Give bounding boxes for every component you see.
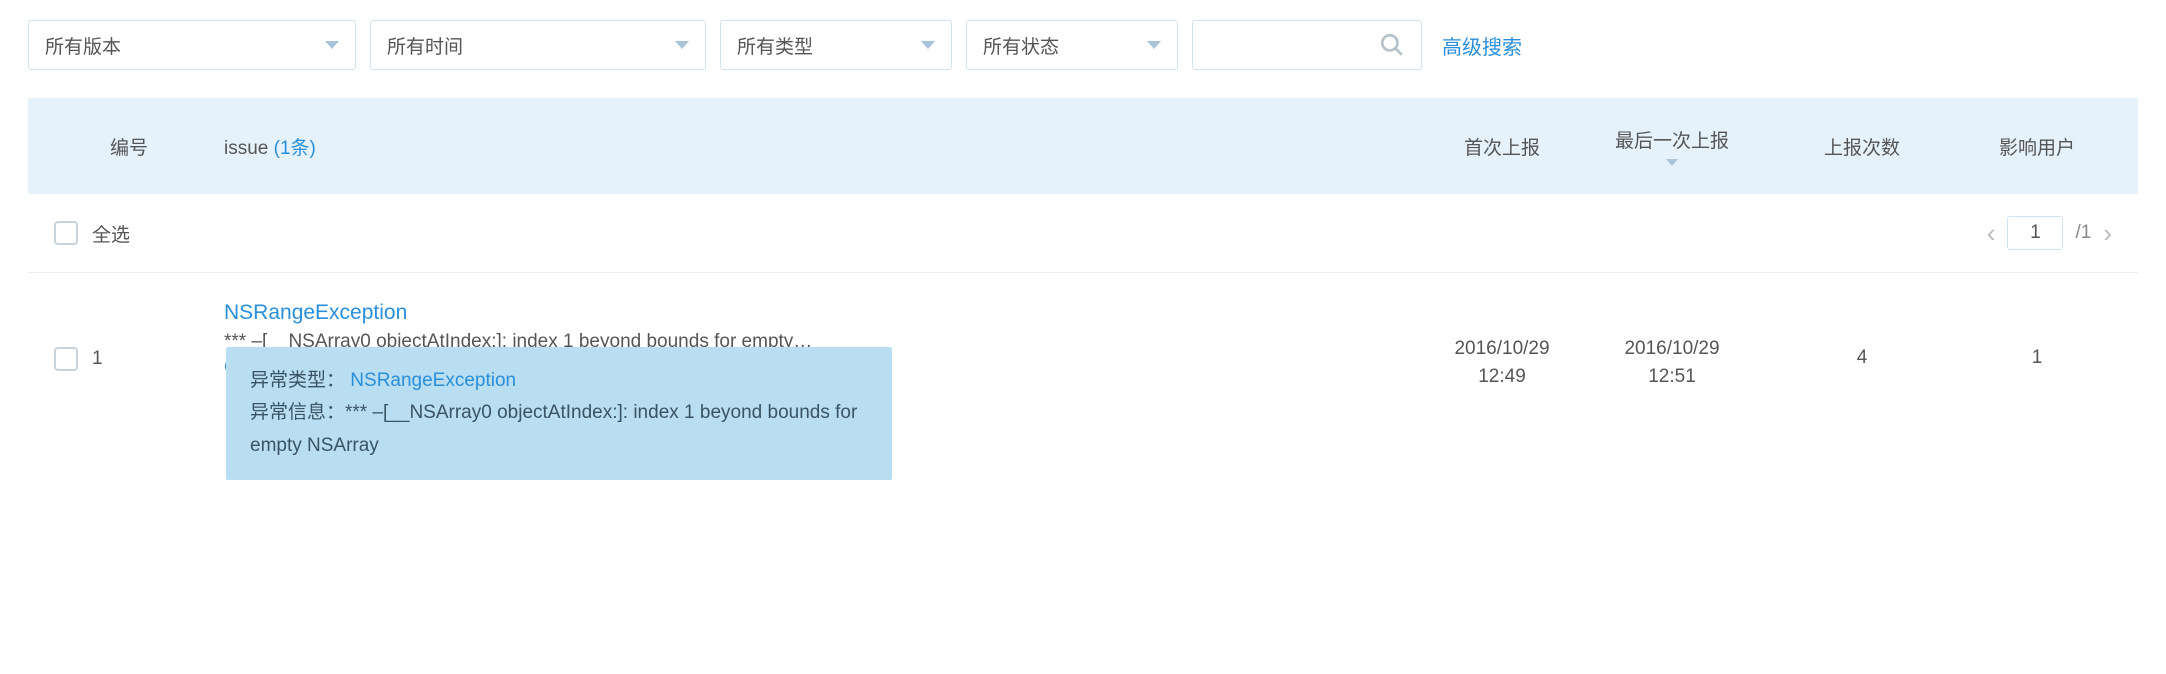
header-id: 编号 xyxy=(54,133,224,160)
issue-title-link[interactable]: NSRangeException xyxy=(224,301,1422,325)
affected-users: 1 xyxy=(1962,347,2112,369)
tooltip-msg-label: 异常信息： xyxy=(250,402,345,423)
time-dropdown-label: 所有时间 xyxy=(387,32,463,59)
header-first-report: 首次上报 xyxy=(1422,133,1582,160)
pager: ‹ /1 › xyxy=(1987,216,2112,250)
report-count: 4 xyxy=(1762,347,1962,369)
type-dropdown-label: 所有类型 xyxy=(737,32,813,59)
header-issue: issue (1条) xyxy=(224,133,1422,160)
select-all-checkbox[interactable] xyxy=(54,221,78,245)
version-dropdown-label: 所有版本 xyxy=(45,32,121,59)
header-report-count: 上报次数 xyxy=(1762,133,1962,160)
issue-tooltip: 异常类型： NSRangeException 异常信息：*** –[__NSAr… xyxy=(226,347,892,480)
chevron-down-icon xyxy=(1666,159,1678,166)
status-dropdown-label: 所有状态 xyxy=(983,32,1059,59)
prev-page-button[interactable]: ‹ xyxy=(1987,218,1996,249)
last-report-time: 2016/10/29 12:51 xyxy=(1582,335,1762,390)
page-total: /1 xyxy=(2075,222,2091,244)
table-row: 1 NSRangeException *** –[__NSArray0 obje… xyxy=(28,289,2138,390)
select-all-row: 全选 ‹ /1 › xyxy=(28,194,2138,272)
time-dropdown[interactable]: 所有时间 xyxy=(370,20,706,70)
search-icon xyxy=(1379,32,1405,58)
page-input[interactable] xyxy=(2007,216,2063,250)
row-checkbox[interactable] xyxy=(54,347,78,371)
header-affected-users: 影响用户 xyxy=(1962,133,2112,160)
filter-bar: 所有版本 所有时间 所有类型 所有状态 高级搜索 xyxy=(28,20,2138,70)
tooltip-type-label: 异常类型： xyxy=(250,370,345,391)
chevron-down-icon xyxy=(921,41,935,49)
advanced-search-link[interactable]: 高级搜索 xyxy=(1442,31,1522,60)
chevron-down-icon xyxy=(675,41,689,49)
tooltip-type-value: NSRangeException xyxy=(350,370,516,391)
version-dropdown[interactable]: 所有版本 xyxy=(28,20,356,70)
status-dropdown[interactable]: 所有状态 xyxy=(966,20,1178,70)
table-header: 编号 issue (1条) 首次上报 最后一次上报 上报次数 影响用户 xyxy=(28,98,2138,194)
row-index: 1 xyxy=(92,348,103,370)
divider xyxy=(28,272,2138,273)
issue-count-link[interactable]: (1条) xyxy=(274,138,316,159)
chevron-down-icon xyxy=(1147,41,1161,49)
first-report-time: 2016/10/29 12:49 xyxy=(1422,335,1582,390)
select-all-label: 全选 xyxy=(92,220,130,247)
next-page-button[interactable]: › xyxy=(2103,218,2112,249)
type-dropdown[interactable]: 所有类型 xyxy=(720,20,952,70)
header-last-report[interactable]: 最后一次上报 xyxy=(1582,126,1762,166)
search-input[interactable] xyxy=(1192,20,1422,70)
chevron-down-icon xyxy=(325,41,339,49)
